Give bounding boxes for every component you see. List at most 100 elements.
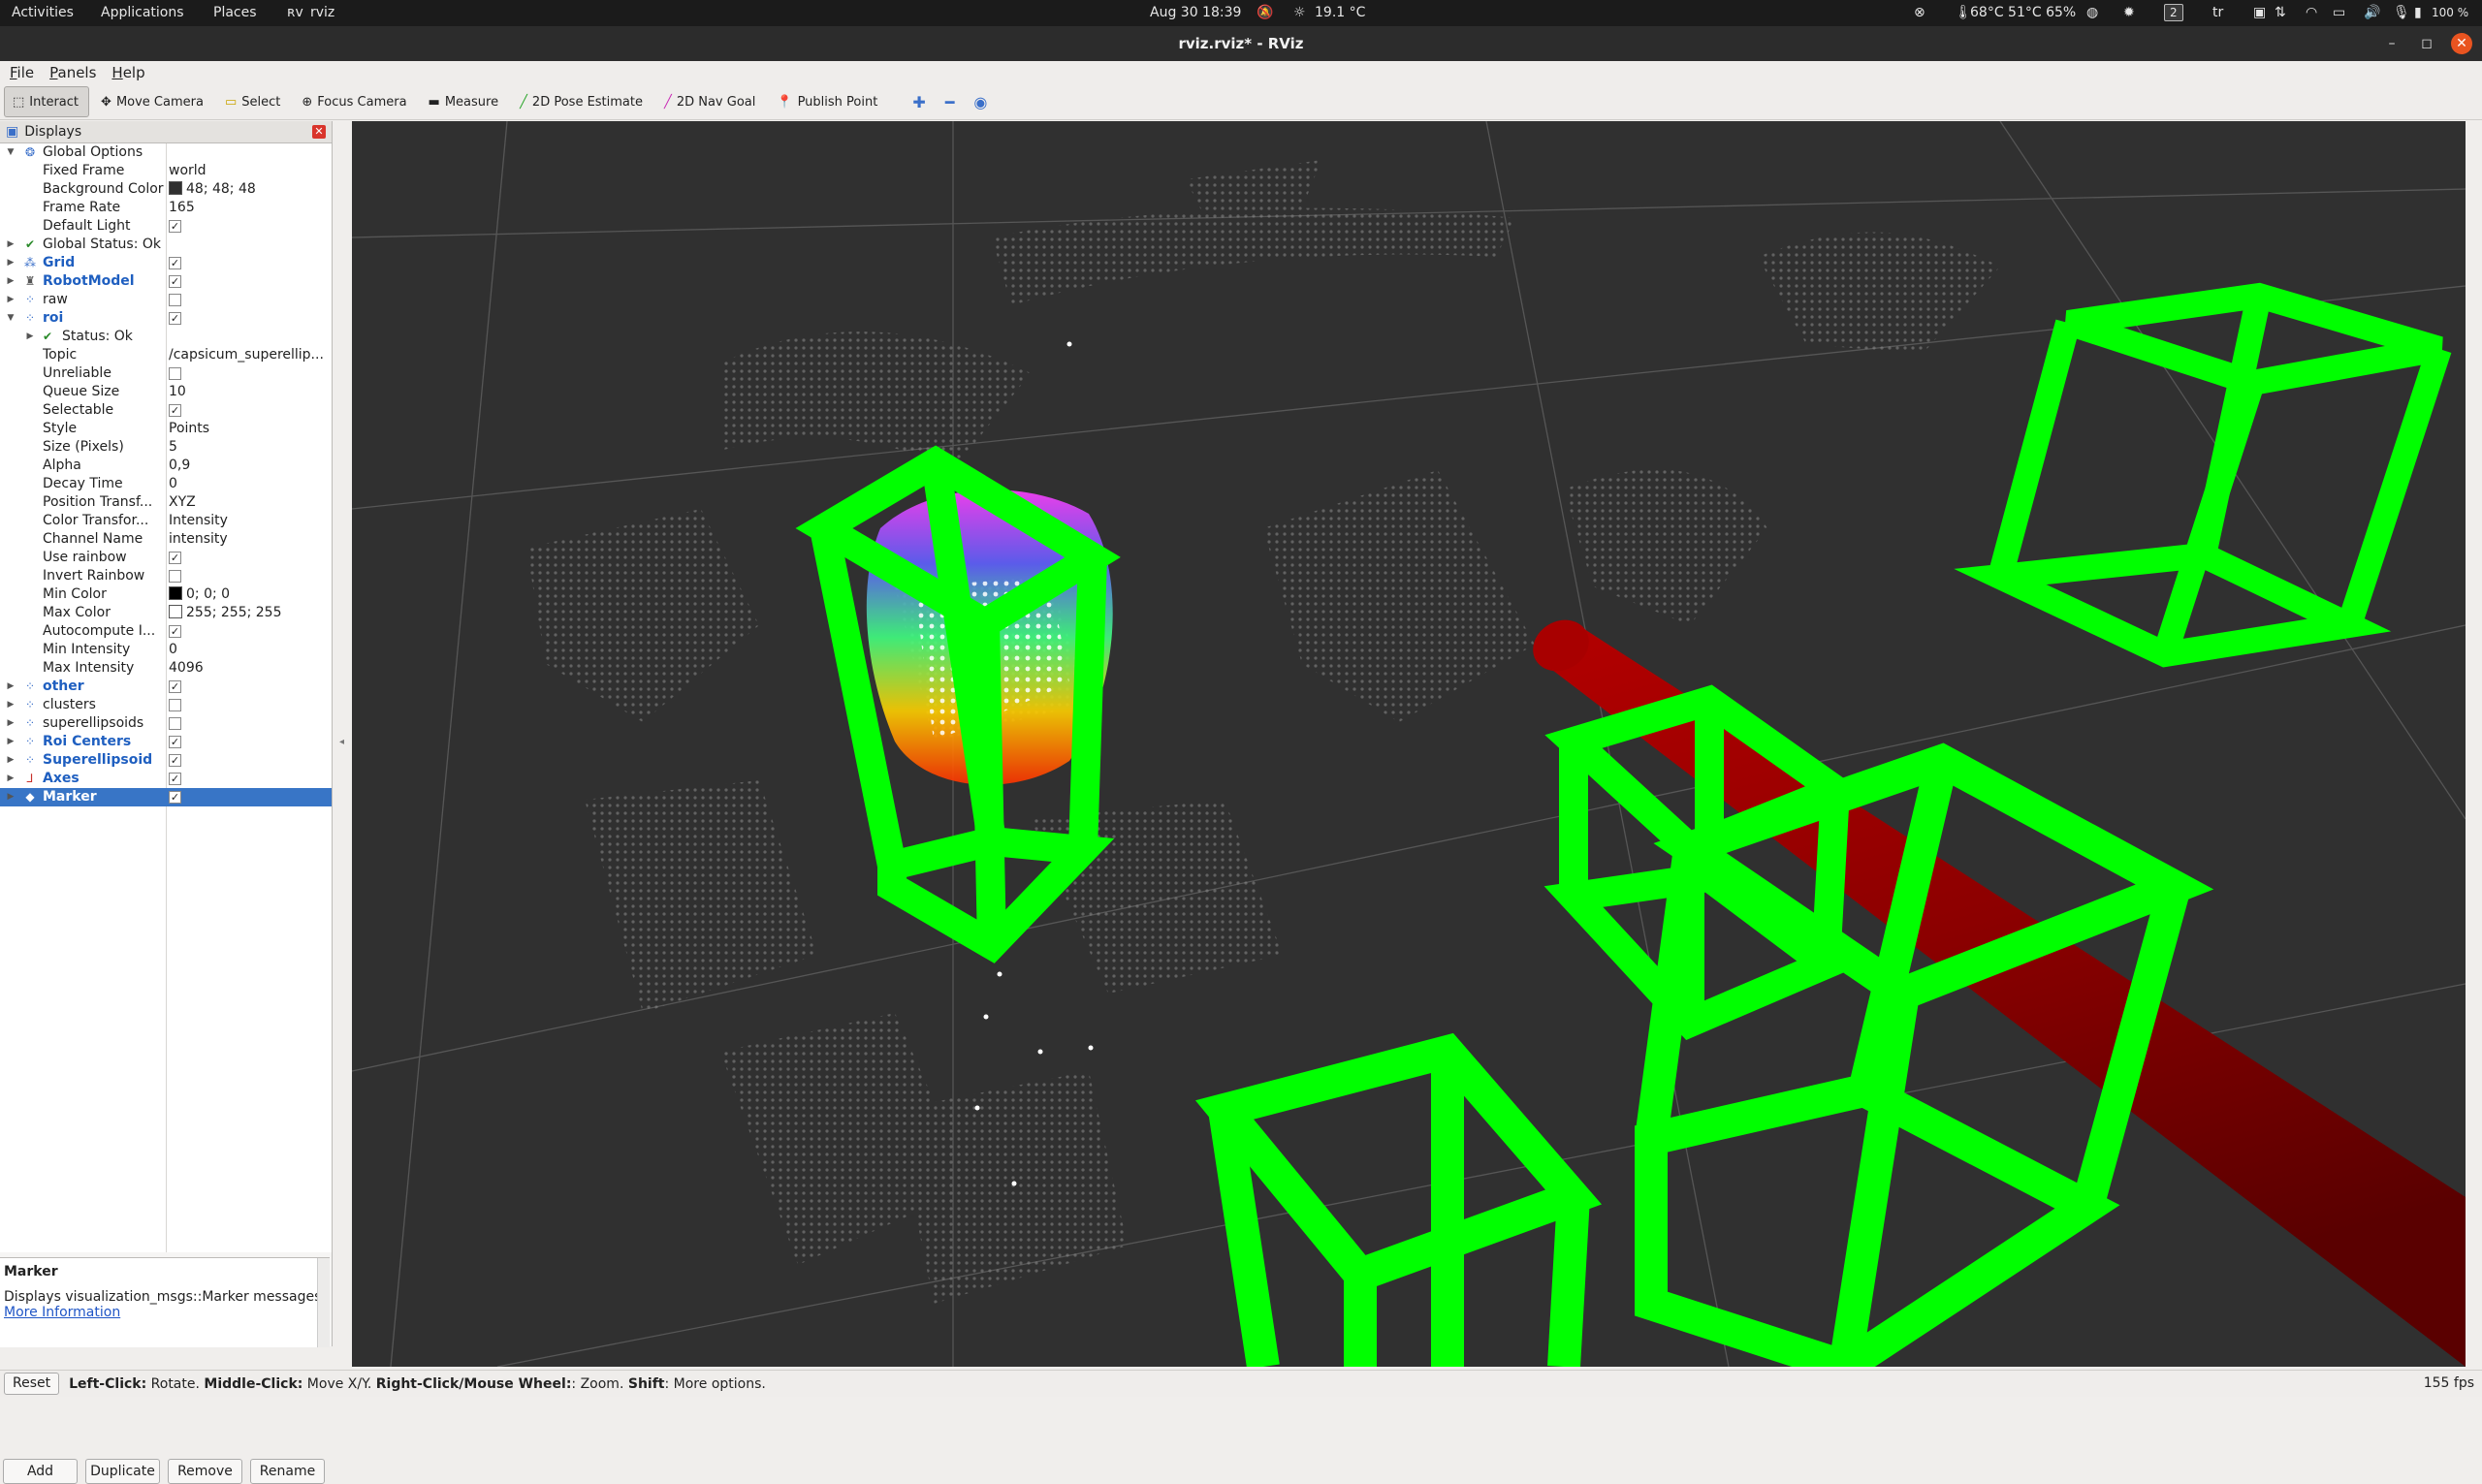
expand-arrow-closed-icon[interactable]: ▶ <box>6 236 16 254</box>
checkbox-unchecked[interactable] <box>169 367 181 380</box>
checkbox-checked[interactable]: ✓ <box>169 754 181 767</box>
tree-row-value[interactable]: /capsicum_superellip... <box>169 346 330 364</box>
checkbox-checked[interactable]: ✓ <box>169 773 181 785</box>
tree-row[interactable]: Selectable ✓ <box>0 401 332 420</box>
tree-row[interactable]: Alpha 0,9 <box>0 457 332 475</box>
tree-row-value[interactable]: world <box>169 162 330 180</box>
tree-row-checkbox[interactable]: ✓ <box>169 549 330 567</box>
close-panel-icon[interactable]: ✕ <box>312 125 326 139</box>
sensors-text[interactable]: 68°C 51°C 65% <box>1970 0 2076 26</box>
tree-row-checkbox[interactable]: ✓ <box>169 733 330 751</box>
tool-2d-nav-goal[interactable]: ╱ 2D Nav Goal <box>656 87 765 116</box>
expand-arrow-open-icon[interactable]: ▼ <box>6 143 16 162</box>
description-scrollbar[interactable] <box>317 1258 330 1347</box>
reset-button[interactable]: Reset <box>4 1373 60 1395</box>
expand-arrow-closed-icon[interactable]: ▶ <box>6 714 16 733</box>
expand-arrow-closed-icon[interactable]: ▶ <box>6 254 16 272</box>
applications-menu[interactable]: Applications <box>101 0 184 26</box>
tree-row[interactable]: Decay Time 0 <box>0 475 332 493</box>
tree-row[interactable]: Min Color 0; 0; 0 <box>0 585 332 604</box>
tree-row-checkbox[interactable]: ✓ <box>169 751 330 770</box>
minimize-button[interactable]: – <box>2381 33 2402 54</box>
tree-row[interactable]: ▶ ⅃ Axes ✓ <box>0 770 332 788</box>
tree-row[interactable]: ▶ ⁂ Grid ✓ <box>0 254 332 272</box>
collapse-panel-handle[interactable]: ◂ <box>339 737 344 747</box>
tool-select[interactable]: ▭ Select <box>217 87 290 116</box>
tree-row-value[interactable]: 165 <box>169 199 330 217</box>
checkbox-checked[interactable]: ✓ <box>169 791 181 804</box>
tree-row[interactable]: ▶ ⁘ Superellipsoid ✓ <box>0 751 332 770</box>
tree-row-checkbox[interactable]: ✓ <box>169 401 330 420</box>
weather-text[interactable]: 19.1 °C <box>1315 0 1365 26</box>
tree-row[interactable]: Max Intensity 4096 <box>0 659 332 678</box>
tree-row-value[interactable]: XYZ <box>169 493 330 512</box>
tree-row[interactable]: Size (Pixels) 5 <box>0 438 332 457</box>
window-title-bar[interactable]: rviz.rviz* - RViz – ◻ ✕ <box>0 26 2482 61</box>
tree-row[interactable]: Max Color 255; 255; 255 <box>0 604 332 622</box>
expand-arrow-closed-icon[interactable]: ▶ <box>6 696 16 714</box>
tree-row[interactable]: ▼ ⁘ roi ✓ <box>0 309 332 328</box>
menu-file[interactable]: File <box>0 64 40 81</box>
tree-row[interactable]: ▶ ⁘ Roi Centers ✓ <box>0 733 332 751</box>
workspace-indicator[interactable]: 2 <box>2164 4 2183 21</box>
menu-panels[interactable]: Panels <box>40 64 102 81</box>
tree-row-value[interactable]: intensity <box>169 530 330 549</box>
tree-row-value[interactable]: Points <box>169 420 330 438</box>
clock[interactable]: Aug 30 18:39 <box>1150 0 1241 26</box>
places-menu[interactable]: Places <box>213 0 257 26</box>
tree-row-value[interactable]: Intensity <box>169 512 330 530</box>
expand-arrow-closed-icon[interactable]: ▶ <box>6 272 16 291</box>
checkbox-checked[interactable]: ✓ <box>169 736 181 748</box>
tree-row-checkbox[interactable]: ✓ <box>169 254 330 272</box>
checkbox-checked[interactable]: ✓ <box>169 220 181 233</box>
expand-arrow-closed-icon[interactable]: ▶ <box>6 788 16 806</box>
tree-row[interactable]: ▶ ⁘ superellipsoids <box>0 714 332 733</box>
rviz-app-menu[interactable]: rviz <box>310 0 334 26</box>
tree-row-checkbox[interactable]: ✓ <box>169 622 330 641</box>
tree-row[interactable]: ▼ ❂ Global Options <box>0 143 332 162</box>
tree-row-value[interactable]: 0 <box>169 475 330 493</box>
tree-row[interactable]: ▶ ⁘ clusters <box>0 696 332 714</box>
add-button[interactable]: Add <box>3 1459 78 1484</box>
tree-row[interactable]: Position Transf... XYZ <box>0 493 332 512</box>
checkbox-unchecked[interactable] <box>169 699 181 711</box>
tree-row-value[interactable]: 5 <box>169 438 330 457</box>
checkbox-unchecked[interactable] <box>169 717 181 730</box>
tree-row[interactable]: ▶ ⁘ raw <box>0 291 332 309</box>
tree-row-checkbox[interactable]: ✓ <box>169 770 330 788</box>
expand-arrow-closed-icon[interactable]: ▶ <box>6 291 16 309</box>
close-button[interactable]: ✕ <box>2451 33 2472 54</box>
expand-arrow-closed-icon[interactable]: ▶ <box>25 328 35 346</box>
tree-row-value[interactable]: 0,9 <box>169 457 330 475</box>
tool-options-button[interactable]: ◉ <box>966 87 995 116</box>
tool-publish-point[interactable]: 📍 Publish Point <box>769 87 887 116</box>
expand-arrow-closed-icon[interactable]: ▶ <box>6 678 16 696</box>
tree-row-value[interactable]: 4096 <box>169 659 330 678</box>
tree-row[interactable]: Autocompute I... ✓ <box>0 622 332 641</box>
expand-arrow-open-icon[interactable]: ▼ <box>6 309 16 328</box>
checkbox-checked[interactable]: ✓ <box>169 312 181 325</box>
tree-row-checkbox[interactable]: ✓ <box>169 678 330 696</box>
checkbox-unchecked[interactable] <box>169 570 181 583</box>
checkbox-checked[interactable]: ✓ <box>169 404 181 417</box>
activities-button[interactable]: Activities <box>12 0 74 26</box>
battery-text[interactable]: 100 % <box>2432 0 2468 26</box>
checkbox-checked[interactable]: ✓ <box>169 552 181 564</box>
tree-row-value[interactable]: 0 <box>169 641 330 659</box>
menu-help[interactable]: Help <box>102 64 150 81</box>
tool-focus-camera[interactable]: ⊕ Focus Camera <box>294 87 416 116</box>
expand-arrow-closed-icon[interactable]: ▶ <box>6 751 16 770</box>
tree-row-checkbox[interactable]: ✓ <box>169 272 330 291</box>
tree-row-value[interactable]: 10 <box>169 383 330 401</box>
display-tree[interactable]: ▼ ❂ Global Options Fixed Frame world Backgrou… <box>0 143 332 1252</box>
rename-button[interactable]: Rename <box>250 1459 325 1484</box>
tree-row[interactable]: Invert Rainbow <box>0 567 332 585</box>
expand-arrow-closed-icon[interactable]: ▶ <box>6 733 16 751</box>
tool-2d-pose-estimate[interactable]: ╱ 2D Pose Estimate <box>512 87 652 116</box>
tree-row-value[interactable]: 255; 255; 255 <box>169 604 330 622</box>
checkbox-checked[interactable]: ✓ <box>169 275 181 288</box>
tree-row[interactable]: ▶ ◆ Marker ✓ <box>0 788 332 806</box>
tree-row[interactable]: Queue Size 10 <box>0 383 332 401</box>
tree-row[interactable]: Color Transfor... Intensity <box>0 512 332 530</box>
tree-row-value[interactable]: 0; 0; 0 <box>169 585 330 604</box>
